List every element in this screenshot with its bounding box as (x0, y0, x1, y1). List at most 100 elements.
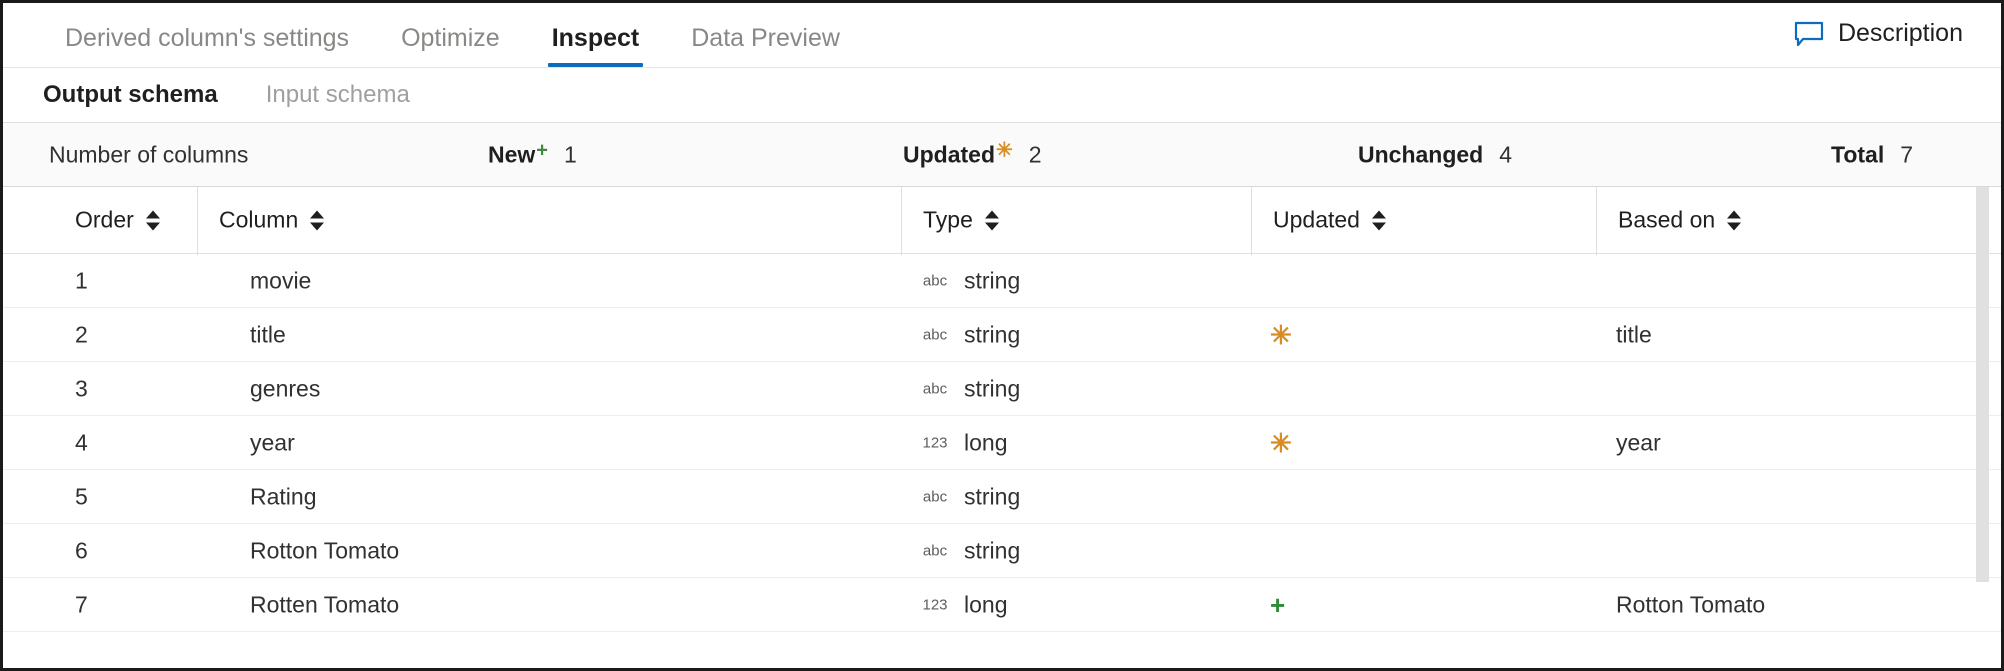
cell-column-name: title (250, 321, 286, 348)
tab-derived-column-settings[interactable]: Derived column's settings (39, 26, 375, 67)
inspect-panel: Derived column's settings Optimize Inspe… (0, 0, 2004, 671)
cell-order: 1 (75, 267, 88, 294)
cell-column-name: Rating (250, 483, 316, 510)
stat-total-label: Total (1831, 141, 1884, 168)
tab-optimize[interactable]: Optimize (375, 26, 526, 67)
cell-order: 4 (75, 429, 88, 456)
tab-label: Inspect (552, 24, 640, 52)
column-header-based-on[interactable]: Based on (1618, 207, 1741, 234)
cell-column-name: movie (250, 267, 311, 294)
column-header-label: Column (219, 207, 298, 234)
stat-unchanged-value: 4 (1499, 141, 1512, 168)
cell-type-label: string (964, 321, 1020, 348)
column-header-updated[interactable]: Updated (1273, 207, 1386, 234)
updated-asterisk-icon: ✳ (1270, 430, 1292, 456)
cell-column-name: Rotten Tomato (250, 591, 399, 618)
table-row[interactable]: 4 year 123 long ✳ year (3, 416, 2001, 470)
cell-type-label: string (964, 483, 1020, 510)
cell-order: 3 (75, 375, 88, 402)
cell-column-name: Rotton Tomato (250, 537, 399, 564)
cell-based-on: Rotton Tomato (1616, 591, 1765, 618)
cell-type-label: long (964, 429, 1007, 456)
table-row[interactable]: 5 Rating abc string (3, 470, 2001, 524)
cell-type: 123 long (920, 591, 1007, 618)
new-plus-icon: + (1270, 592, 1285, 618)
cell-type-label: long (964, 591, 1007, 618)
cell-type: abc string (920, 267, 1020, 294)
cell-type: 123 long (920, 429, 1007, 456)
stat-updated-value: 2 (1029, 141, 1042, 168)
cell-order: 5 (75, 483, 88, 510)
table-row[interactable]: 3 genres abc string (3, 362, 2001, 416)
schema-subtabs: Output schema Input schema (3, 68, 2001, 123)
main-tabstrip: Derived column's settings Optimize Inspe… (3, 3, 2001, 68)
cell-updated: ✳ (1270, 322, 1292, 348)
column-header-label: Based on (1618, 207, 1715, 234)
table-header-row: Order Column Type Updated Based on (3, 187, 2001, 254)
updated-asterisk-icon: ✳ (1270, 322, 1292, 348)
table-row[interactable]: 7 Rotten Tomato 123 long + Rotton Tomato (3, 578, 2001, 632)
cell-type-label: string (964, 267, 1020, 294)
stat-new: New + 1 (488, 141, 577, 168)
sort-icon[interactable] (146, 209, 160, 231)
stat-total-value: 7 (1900, 141, 1913, 168)
column-header-label: Type (923, 207, 973, 234)
table-body: 1 movie abc string 2 title abc string ✳ title 3 gen… (3, 254, 2001, 632)
string-type-icon: abc (920, 326, 950, 343)
cell-order: 6 (75, 537, 88, 564)
cell-column-name: genres (250, 375, 320, 402)
stat-updated: Updated ✳ 2 (903, 141, 1042, 168)
column-header-type[interactable]: Type (923, 207, 999, 234)
stat-total: Total 7 (1831, 141, 1913, 168)
stat-unchanged: Unchanged 4 (1358, 141, 1512, 168)
cell-type: abc string (920, 321, 1020, 348)
string-type-icon: abc (920, 380, 950, 397)
cell-type-label: string (964, 537, 1020, 564)
table-row[interactable]: 6 Rotton Tomato abc string (3, 524, 2001, 578)
string-type-icon: abc (920, 542, 950, 559)
tab-inspect[interactable]: Inspect (526, 26, 666, 67)
cell-order: 2 (75, 321, 88, 348)
sort-icon[interactable] (310, 209, 324, 231)
cell-order: 7 (75, 591, 88, 618)
sort-icon[interactable] (1372, 209, 1386, 231)
subtab-output-schema[interactable]: Output schema (43, 81, 218, 109)
vertical-scrollbar[interactable] (1976, 187, 1989, 582)
sort-icon[interactable] (985, 209, 999, 231)
cell-updated: + (1270, 592, 1285, 618)
stat-unchanged-label: Unchanged (1358, 141, 1483, 168)
subtab-label: Input schema (266, 81, 410, 108)
table-row[interactable]: 2 title abc string ✳ title (3, 308, 2001, 362)
cell-type: abc string (920, 483, 1020, 510)
string-type-icon: abc (920, 488, 950, 505)
subtab-input-schema[interactable]: Input schema (266, 81, 410, 109)
stat-updated-label: Updated (903, 141, 995, 168)
string-type-icon: abc (920, 272, 950, 289)
schema-table: Order Column Type Updated Based on 1 movi… (3, 187, 2001, 657)
tab-label: Data Preview (691, 24, 840, 52)
comment-icon (1794, 21, 1824, 47)
sort-icon[interactable] (1727, 209, 1741, 231)
subtab-label: Output schema (43, 81, 218, 108)
number-type-icon: 123 (920, 596, 950, 613)
cell-updated: ✳ (1270, 430, 1292, 456)
column-header-label: Updated (1273, 207, 1360, 234)
column-header-column[interactable]: Column (219, 207, 324, 234)
number-type-icon: 123 (920, 434, 950, 451)
cell-type: abc string (920, 537, 1020, 564)
cell-based-on: year (1616, 429, 1661, 456)
tab-label: Optimize (401, 24, 500, 52)
description-button[interactable]: Description (1786, 15, 1971, 52)
stat-new-label: New (488, 141, 535, 168)
tab-label: Derived column's settings (65, 24, 349, 52)
tab-data-preview[interactable]: Data Preview (665, 26, 866, 67)
cell-column-name: year (250, 429, 295, 456)
new-plus-icon: + (536, 140, 548, 160)
table-row[interactable]: 1 movie abc string (3, 254, 2001, 308)
stat-new-value: 1 (564, 141, 577, 168)
column-header-order[interactable]: Order (75, 207, 160, 234)
cell-based-on: title (1616, 321, 1652, 348)
cell-type-label: string (964, 375, 1020, 402)
cell-type: abc string (920, 375, 1020, 402)
description-label: Description (1838, 19, 1963, 48)
